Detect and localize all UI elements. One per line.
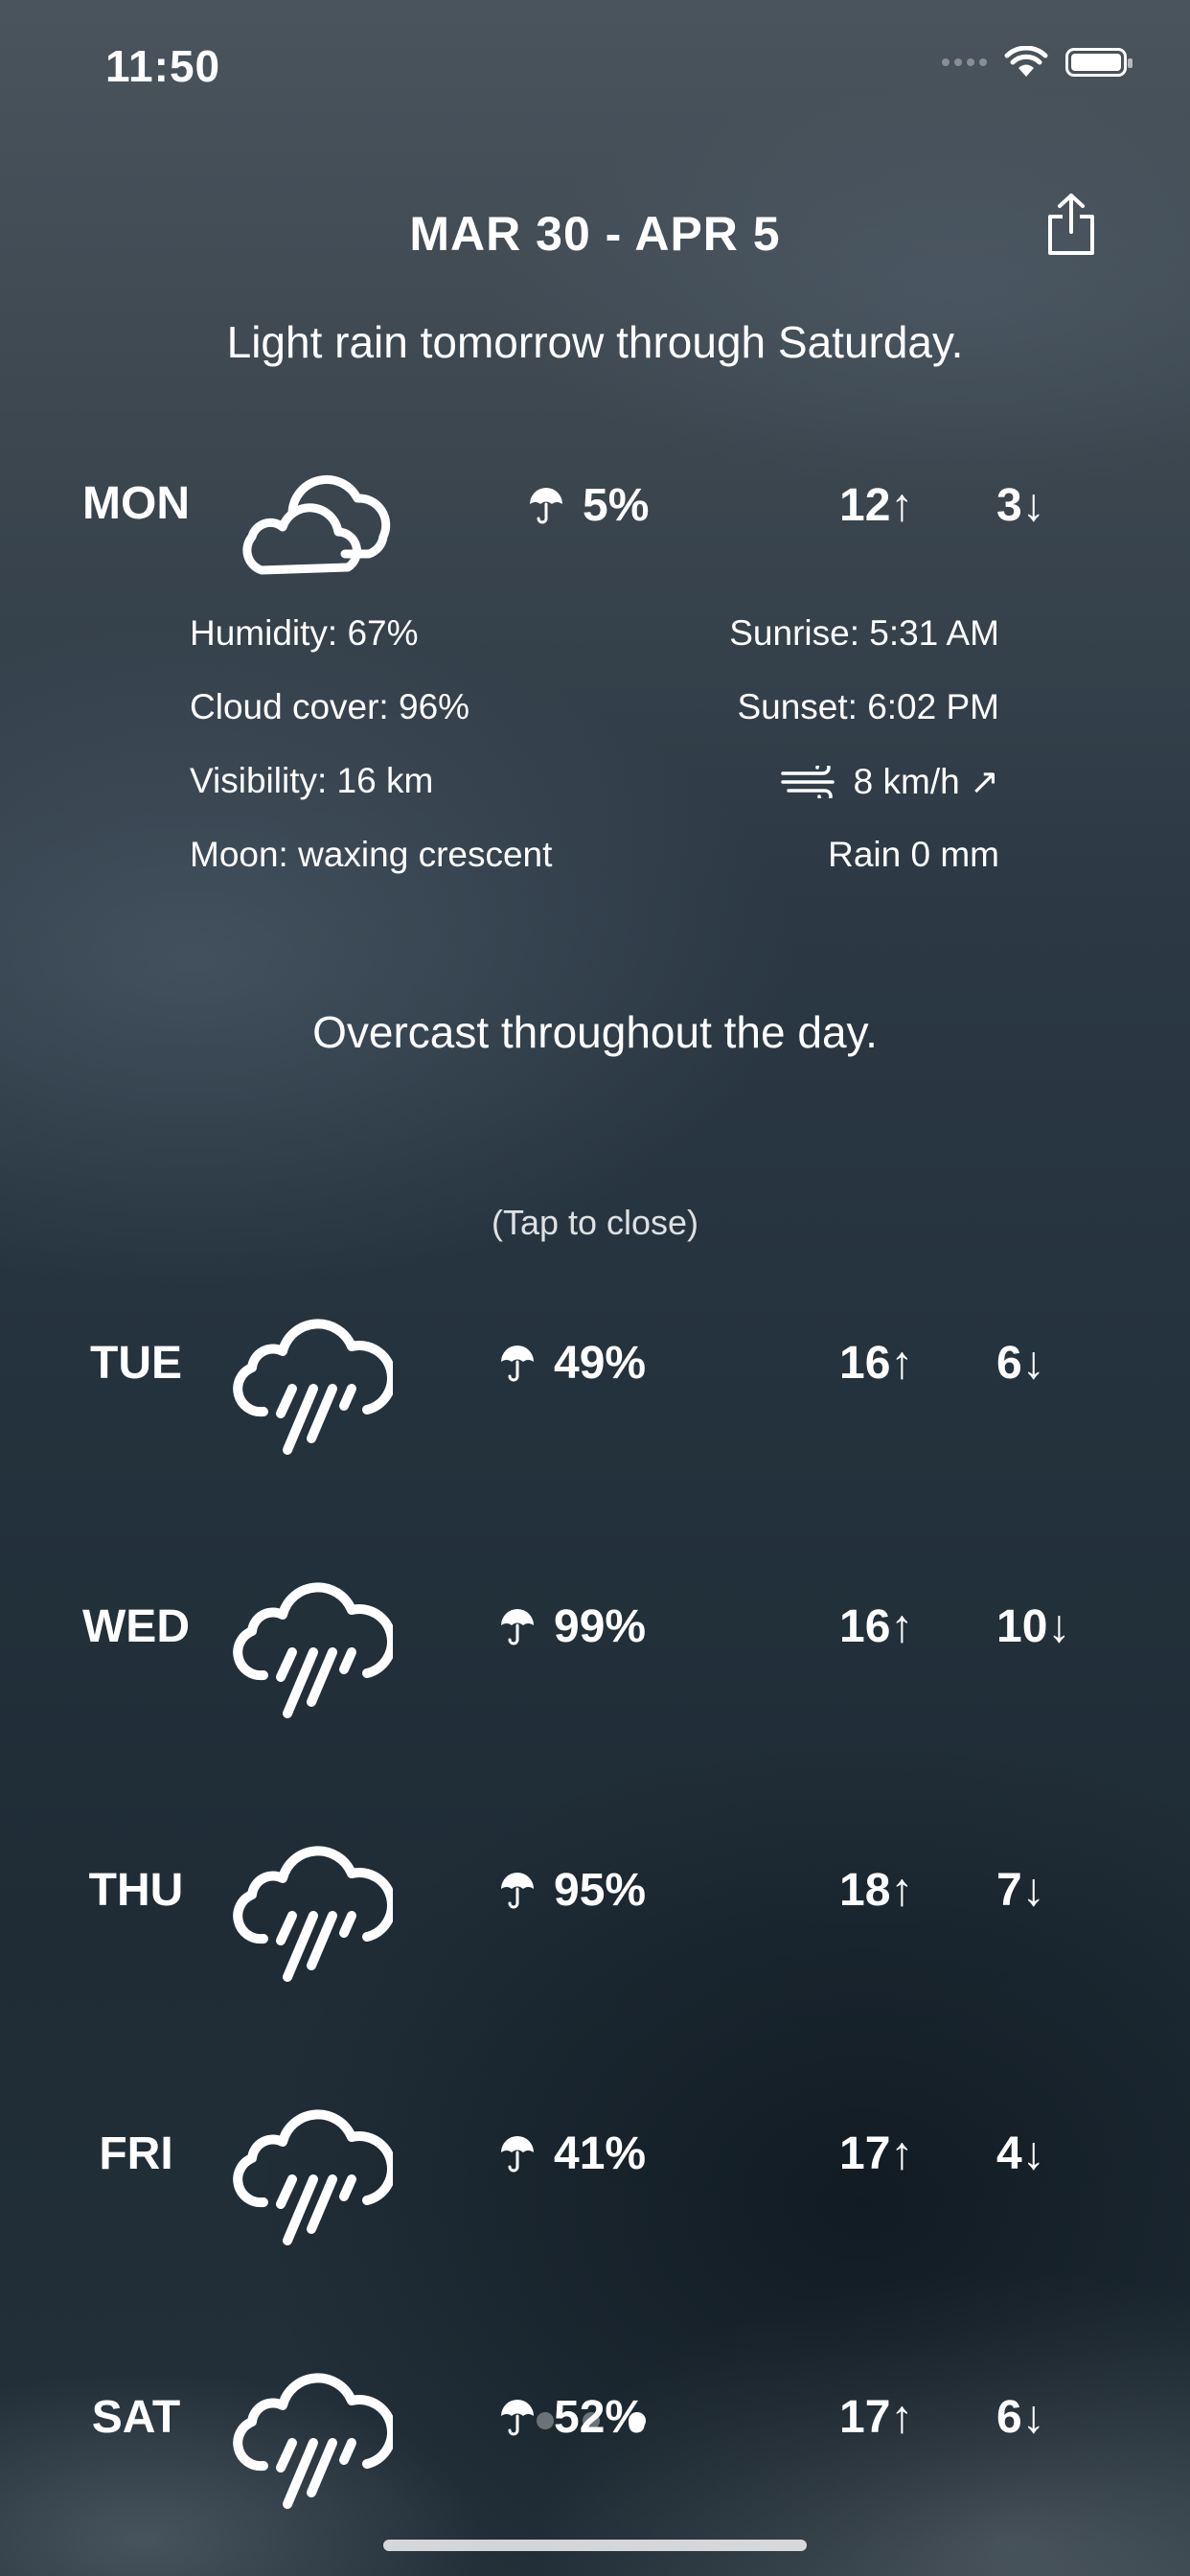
sunset-label: Sunset: 6:02 PM (737, 687, 999, 726)
day-label: MON (82, 478, 190, 529)
rain-icon (233, 1582, 393, 1718)
status-time: 11:50 (105, 41, 221, 91)
high-temp: 18↑ (839, 1865, 914, 1916)
day-label: WED (82, 1601, 190, 1652)
date-range-title: MAR 30 - APR 5 (409, 207, 781, 261)
wind-icon (780, 765, 835, 798)
rain-icon (233, 1846, 393, 1982)
rain-icon (233, 2109, 393, 2245)
rain-icon (233, 1319, 393, 1455)
wind-value: 8 km/h ↗ (853, 762, 999, 801)
humidity-label: Humidity: 67% (190, 613, 419, 653)
week-summary: Light rain tomorrow through Saturday. (226, 317, 964, 367)
umbrella-icon (501, 1345, 534, 1381)
high-temp: 17↑ (839, 2392, 914, 2443)
cloud-icon (242, 474, 391, 575)
page-dot-active[interactable] (629, 2412, 646, 2429)
signal-icon (942, 58, 987, 66)
high-temp: 16↑ (839, 1601, 914, 1652)
umbrella-icon (530, 487, 562, 523)
rain-amount-label: Rain 0 mm (828, 835, 999, 874)
day-row-fri[interactable]: FRI 41% 17↑ 4↓ (0, 2099, 1190, 2245)
day-row-tue[interactable]: TUE 49% 16↑ 6↓ (0, 1308, 1190, 1455)
day-label: FRI (99, 2128, 173, 2179)
day-label: SAT (91, 2392, 181, 2443)
sunrise-label: Sunrise: 5:31 AM (729, 613, 999, 653)
umbrella-icon (501, 2399, 534, 2435)
wifi-icon (1004, 46, 1048, 77)
battery-icon (1065, 48, 1133, 77)
precip-chance: 5% (527, 479, 649, 532)
precip-chance: 49% (498, 1337, 646, 1390)
home-indicator[interactable] (383, 2540, 807, 2551)
high-temp: 17↑ (839, 2128, 914, 2179)
day-row-wed[interactable]: WED 99% 16↑ 10↓ (0, 1572, 1190, 1718)
cloud-cover-label: Cloud cover: 96% (190, 687, 470, 726)
low-temp: 4↓ (996, 2128, 1045, 2179)
precip-value: 99% (554, 1601, 647, 1652)
day-summary: Overcast throughout the day. (312, 1007, 878, 1057)
page-dot[interactable] (583, 2412, 600, 2429)
page-indicator[interactable] (537, 2412, 646, 2429)
umbrella-icon (501, 2135, 534, 2172)
day-label: TUE (90, 1338, 182, 1389)
low-temp: 6↓ (996, 2392, 1045, 2443)
precip-chance: 95% (498, 1864, 646, 1917)
status-icons (942, 46, 1133, 79)
rain-icon (233, 2373, 393, 2509)
low-temp: 3↓ (996, 480, 1045, 531)
page-dot[interactable] (537, 2412, 554, 2429)
umbrella-icon (501, 1872, 534, 1908)
low-temp: 6↓ (996, 1338, 1045, 1389)
visibility-label: Visibility: 16 km (190, 761, 434, 800)
day-row-mon[interactable]: MON 5% 12↑ 3↓ (0, 450, 1190, 575)
high-temp: 16↑ (839, 1338, 914, 1389)
precip-value: 95% (554, 1865, 647, 1916)
precip-value: 5% (583, 480, 650, 531)
umbrella-icon (501, 1608, 534, 1644)
day-row-thu[interactable]: THU 95% 18↑ 7↓ (0, 1835, 1190, 1982)
share-icon[interactable] (1044, 192, 1098, 259)
tap-to-close-hint[interactable]: (Tap to close) (0, 1203, 1190, 1243)
high-temp: 12↑ (839, 480, 914, 531)
precip-chance: 41% (498, 2128, 646, 2180)
wind-info: 8 km/h ↗ (780, 761, 999, 802)
precip-chance: 99% (498, 1600, 646, 1653)
precip-value: 49% (554, 1338, 647, 1389)
low-temp: 10↓ (996, 1601, 1071, 1652)
moon-phase-label: Moon: waxing crescent (190, 835, 553, 874)
day-label: THU (88, 1865, 184, 1916)
low-temp: 7↓ (996, 1865, 1045, 1916)
precip-value: 41% (554, 2128, 647, 2179)
